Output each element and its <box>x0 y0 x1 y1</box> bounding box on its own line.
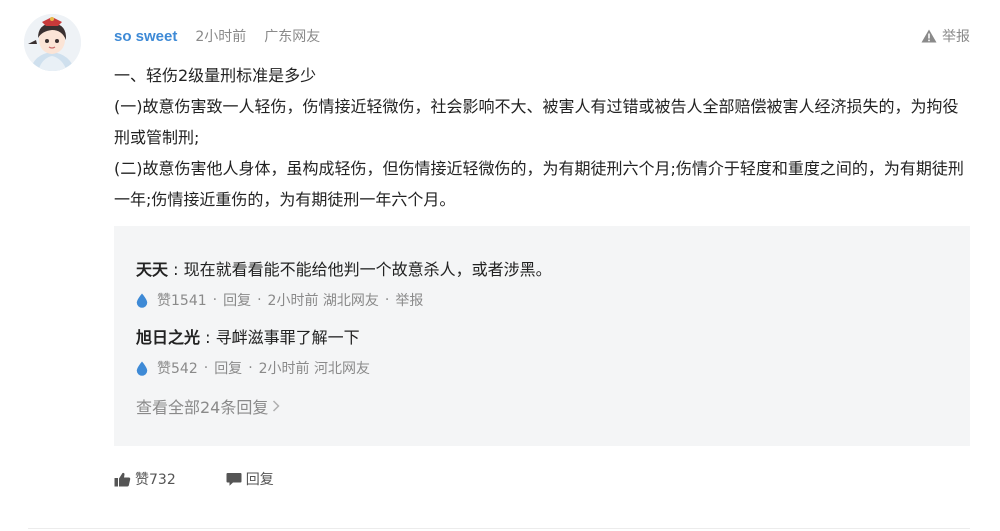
reply-meta: 赞1541 · 回复 · 2小时前 湖北网友 · 举报 <box>136 290 423 310</box>
report-button[interactable]: 举报 <box>921 26 970 46</box>
like-count: 赞732 <box>135 472 176 488</box>
avatar[interactable] <box>24 14 81 71</box>
divider <box>28 528 970 529</box>
reply-item: 旭日之光 : 寻衅滋事罪了解一下 <box>136 324 360 348</box>
report-label: 举报 <box>942 29 970 45</box>
comment-paragraph-2: (一)故意伤害致一人轻伤，伤情接近轻微伤，社会影响不大、被害人有过错或被告人全部… <box>114 97 959 147</box>
reply-text: 寻衅滋事罪了解一下 <box>215 328 360 347</box>
comment-header: so sweet 2小时前 广东网友 <box>114 26 338 46</box>
reply-author[interactable]: 旭日之光 <box>136 328 200 347</box>
thumbs-up-icon <box>114 472 131 486</box>
replies-panel: 天天 : 现在就看看能不能给他判一个故意杀人，或者涉黑。 赞1541 · 回复 … <box>114 226 970 446</box>
reply-colon: : <box>168 260 184 279</box>
chevron-right-icon <box>272 400 280 412</box>
avatar-image <box>24 14 81 71</box>
reply-label: 回复 <box>245 472 274 488</box>
reply-report-button[interactable]: 举报 <box>395 290 423 310</box>
separator: · <box>212 292 218 308</box>
reply-reply-button[interactable]: 回复 <box>223 290 251 310</box>
water-drop-icon[interactable] <box>136 293 148 308</box>
reply-meta: 赞542 · 回复 · 2小时前 河北网友 <box>136 358 370 378</box>
comment-body: 一、轻伤2级量刑标准是多少 (一)故意伤害致一人轻伤，伤情接近轻微伤，社会影响不… <box>114 60 974 215</box>
reply-text: 现在就看看能不能给他判一个故意杀人，或者涉黑。 <box>183 260 552 279</box>
separator: · <box>257 292 262 308</box>
speech-bubble-icon <box>226 472 242 486</box>
separator: · <box>203 360 209 376</box>
view-all-label: 查看全部24条回复 <box>136 398 269 417</box>
comment-paragraph-3: (二)故意伤害他人身体，虽构成轻伤，但伤情接近轻微伤的，为有期徒刑六个月;伤情介… <box>114 159 964 209</box>
separator: · <box>248 360 253 376</box>
view-all-replies-link[interactable]: 查看全部24条回复 <box>136 394 280 418</box>
comment-time: 2小时前 <box>195 29 247 45</box>
reply-like-count[interactable]: 赞1541 <box>157 290 207 310</box>
comment-location: 广东网友 <box>264 29 321 45</box>
reply-colon: : <box>200 328 216 347</box>
comment-actions: 赞732 回复 <box>114 469 324 489</box>
reply-author[interactable]: 天天 <box>136 260 168 279</box>
separator: · <box>384 292 390 308</box>
reply-like-count[interactable]: 赞542 <box>157 358 198 378</box>
reply-time-location: 2小时前 湖北网友 <box>267 293 379 309</box>
username[interactable]: so sweet <box>114 28 177 45</box>
comment-paragraph-1: 一、轻伤2级量刑标准是多少 <box>114 66 317 85</box>
reply-item: 天天 : 现在就看看能不能给他判一个故意杀人，或者涉黑。 <box>136 256 552 280</box>
reply-reply-button[interactable]: 回复 <box>214 358 242 378</box>
like-button[interactable]: 赞732 <box>114 469 176 489</box>
warning-triangle-icon <box>921 29 937 43</box>
reply-time-location: 2小时前 河北网友 <box>258 361 370 377</box>
reply-button[interactable]: 回复 <box>226 469 274 489</box>
water-drop-icon[interactable] <box>136 361 148 376</box>
